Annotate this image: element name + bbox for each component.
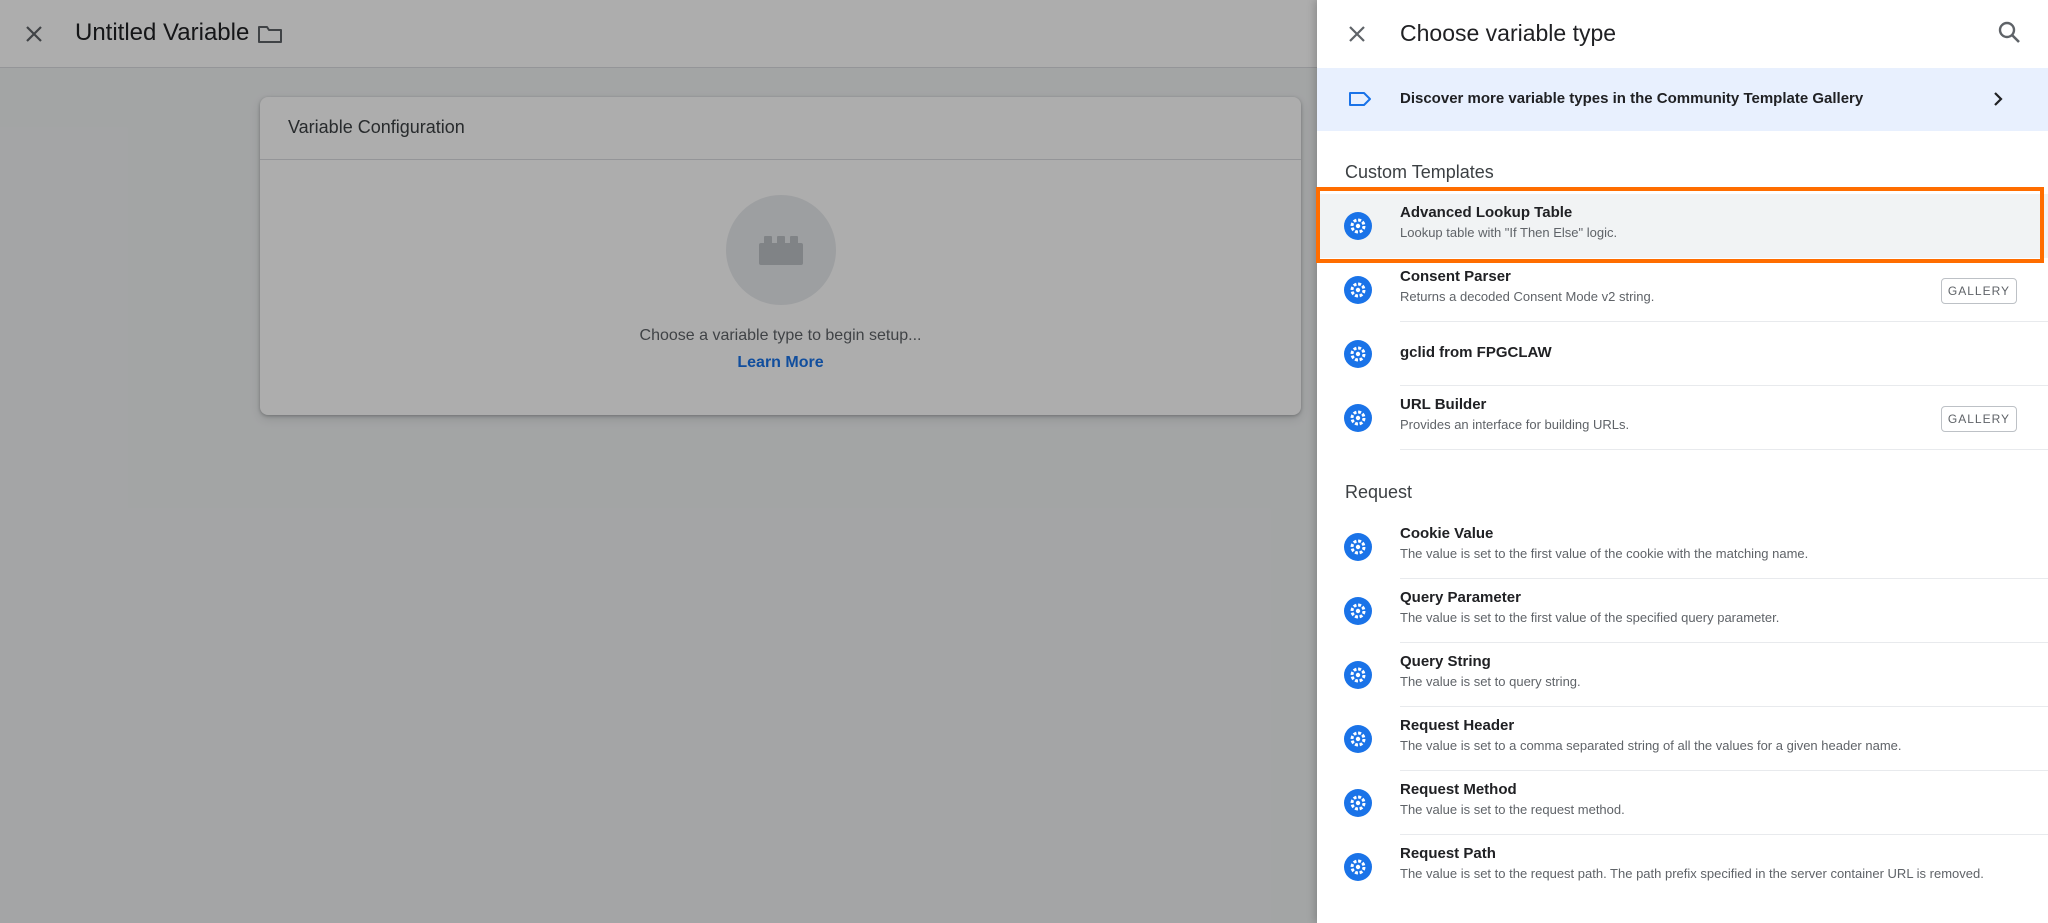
item-name: URL Builder bbox=[1400, 396, 1487, 413]
row-divider bbox=[1400, 449, 2048, 450]
banner-text: Discover more variable types in the Comm… bbox=[1400, 90, 1864, 107]
gear-icon bbox=[1344, 789, 1372, 817]
list-item-query-parameter[interactable]: Query Parameter The value is set to the … bbox=[1317, 579, 2048, 643]
item-description: Provides an interface for building URLs. bbox=[1400, 417, 1630, 432]
item-description: Returns a decoded Consent Mode v2 string… bbox=[1400, 289, 1655, 304]
panel-title: Choose variable type bbox=[1400, 20, 1617, 46]
tag-icon bbox=[1347, 88, 1373, 115]
close-icon[interactable] bbox=[1341, 18, 1373, 50]
list-item-consent-parser[interactable]: Consent Parser Returns a decoded Consent… bbox=[1317, 258, 2048, 322]
list-item-request-header[interactable]: Request Header The value is set to a com… bbox=[1317, 707, 2048, 771]
choose-variable-type-panel: Choose variable type Discover more varia… bbox=[1317, 0, 2048, 923]
item-name: Consent Parser bbox=[1400, 268, 1511, 285]
gear-icon bbox=[1344, 276, 1372, 304]
item-name: Request Method bbox=[1400, 781, 1517, 798]
gear-icon bbox=[1344, 853, 1372, 881]
gear-icon bbox=[1344, 661, 1372, 689]
search-icon[interactable] bbox=[1993, 16, 2025, 48]
community-gallery-banner[interactable]: Discover more variable types in the Comm… bbox=[1317, 68, 2048, 131]
list-item-gclid-from-fpgclaw[interactable]: gclid from FPGCLAW bbox=[1317, 322, 2048, 386]
panel-header: Choose variable type bbox=[1317, 0, 2048, 68]
list-item-cookie-value[interactable]: Cookie Value The value is set to the fir… bbox=[1317, 515, 2048, 579]
item-name: Query Parameter bbox=[1400, 589, 1521, 606]
gear-icon bbox=[1344, 533, 1372, 561]
list-item-request-path[interactable]: Request Path The value is set to the req… bbox=[1317, 835, 2048, 919]
item-name: gclid from FPGCLAW bbox=[1400, 344, 1552, 361]
highlight-annotation-box bbox=[1316, 187, 2044, 263]
chevron-right-icon bbox=[1987, 88, 2009, 115]
gallery-badge-button[interactable]: GALLERY bbox=[1941, 278, 2017, 304]
item-name: Query String bbox=[1400, 653, 1491, 670]
item-name: Cookie Value bbox=[1400, 525, 1494, 542]
gear-icon bbox=[1344, 597, 1372, 625]
gear-icon bbox=[1344, 404, 1372, 432]
section-title-custom-templates: Custom Templates bbox=[1345, 162, 1494, 182]
section-title-request: Request bbox=[1345, 482, 1413, 502]
list-item-url-builder[interactable]: URL Builder Provides an interface for bu… bbox=[1317, 386, 2048, 450]
item-description: The value is set to query string. bbox=[1400, 674, 1581, 689]
item-description: The value is set to a comma separated st… bbox=[1400, 738, 1902, 753]
item-name: Request Header bbox=[1400, 717, 1515, 734]
list-item-request-method[interactable]: Request Method The value is set to the r… bbox=[1317, 771, 2048, 835]
item-name: Request Path bbox=[1400, 845, 1496, 862]
item-description: The value is set to the request path. Th… bbox=[1400, 866, 1984, 881]
list-item-query-string[interactable]: Query String The value is set to query s… bbox=[1317, 643, 2048, 707]
gallery-badge-button[interactable]: GALLERY bbox=[1941, 406, 2017, 432]
item-description: The value is set to the first value of t… bbox=[1400, 546, 1809, 561]
item-description: The value is set to the request method. bbox=[1400, 802, 1625, 817]
item-description: The value is set to the first value of t… bbox=[1400, 610, 1780, 625]
gear-icon bbox=[1344, 725, 1372, 753]
gear-icon bbox=[1344, 340, 1372, 368]
modal-scrim[interactable] bbox=[0, 0, 1317, 923]
